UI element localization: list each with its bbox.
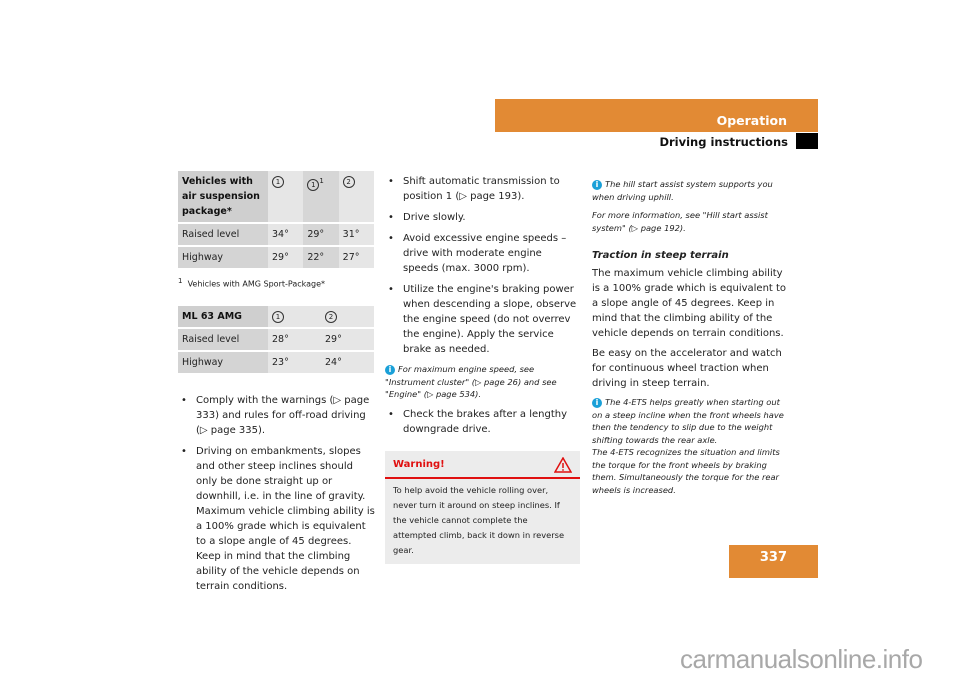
table-row: Highway 23° 24° xyxy=(178,350,374,375)
bullet-list: Check the brakes after a lengthy downgra… xyxy=(385,407,580,437)
info-icon: i xyxy=(385,365,395,375)
list-item: Drive slowly. xyxy=(385,210,580,225)
warning-box: Warning! To help avoid the vehicle rolli… xyxy=(385,450,580,564)
info-note-more: For more information, see "Hill start as… xyxy=(592,210,768,233)
table-footnote: 1 Vehicles with AMG Sport-Package* xyxy=(178,277,326,289)
info-icon: i xyxy=(592,180,602,190)
list-item: Check the brakes after a lengthy downgra… xyxy=(385,407,580,437)
section-title: Operation xyxy=(716,113,787,128)
info-note: i The hill start assist system supports y… xyxy=(592,179,773,202)
circled-number-icon: 1 xyxy=(272,310,284,323)
table-header-cell: 1 xyxy=(268,171,304,224)
table-row: Raised level 28° 29° xyxy=(178,327,374,352)
section-heading: Traction in steep terrain xyxy=(592,250,729,261)
bullet-list: Shift automatic transmission to position… xyxy=(385,174,580,357)
list-item: Driving on embankments, slopes and other… xyxy=(178,444,376,594)
info-note: i For maximum engine speed, see "Instrume… xyxy=(385,364,557,399)
list-item: Avoid excessive engine speeds – drive wi… xyxy=(385,231,580,276)
table-row: Highway 29° 22° 27° xyxy=(178,246,374,270)
warning-triangle-icon xyxy=(554,456,572,473)
circled-number-icon: 2 xyxy=(325,310,337,323)
circled-number-icon: 1 xyxy=(307,179,320,192)
header-marker xyxy=(796,133,818,149)
page-number-badge: 337 xyxy=(729,545,818,578)
air-suspension-table: Vehicles with air suspension package* 1 … xyxy=(178,171,374,270)
bullet-list: Comply with the warnings (▷ page 333) an… xyxy=(178,393,376,594)
section-header-band: Operation xyxy=(495,99,818,132)
table-header-cell: 11 xyxy=(303,171,339,224)
page-number: 337 xyxy=(759,550,787,565)
ml63-table: ML 63 AMG 1 2 Raised level 28° 29° Highw… xyxy=(178,305,374,375)
info-note: i The 4-ETS helps greatly when starting o… xyxy=(592,397,784,495)
list-item: Comply with the warnings (▷ page 333) an… xyxy=(178,393,376,438)
column-1: Vehicles with air suspension package* 1 … xyxy=(178,171,376,600)
list-item: Utilize the engine's braking power when … xyxy=(385,282,580,357)
warning-body: To help avoid the vehicle rolling over, … xyxy=(393,484,565,555)
circled-number-icon: 2 xyxy=(342,176,355,188)
watermark: carmanualsonline.info xyxy=(680,644,923,674)
warning-title: Warning! xyxy=(393,459,445,470)
circled-number-icon: 1 xyxy=(272,176,284,188)
table-header-cell: Vehicles with air suspension package* xyxy=(178,171,268,224)
paragraph: The maximum vehicle climbing ability is … xyxy=(592,268,787,339)
list-item: Shift automatic transmission to position… xyxy=(385,174,580,204)
table-row: Raised level 34° 29° 31° xyxy=(178,223,374,247)
info-icon: i xyxy=(592,398,602,408)
column-3: i The hill start assist system supports y… xyxy=(592,176,792,502)
column-2: Shift automatic transmission to position… xyxy=(385,174,580,564)
subsection-title: Driving instructions xyxy=(659,135,788,149)
table-header-cell: 2 xyxy=(338,171,374,224)
paragraph: Be easy on the accelerator and watch for… xyxy=(592,348,782,389)
